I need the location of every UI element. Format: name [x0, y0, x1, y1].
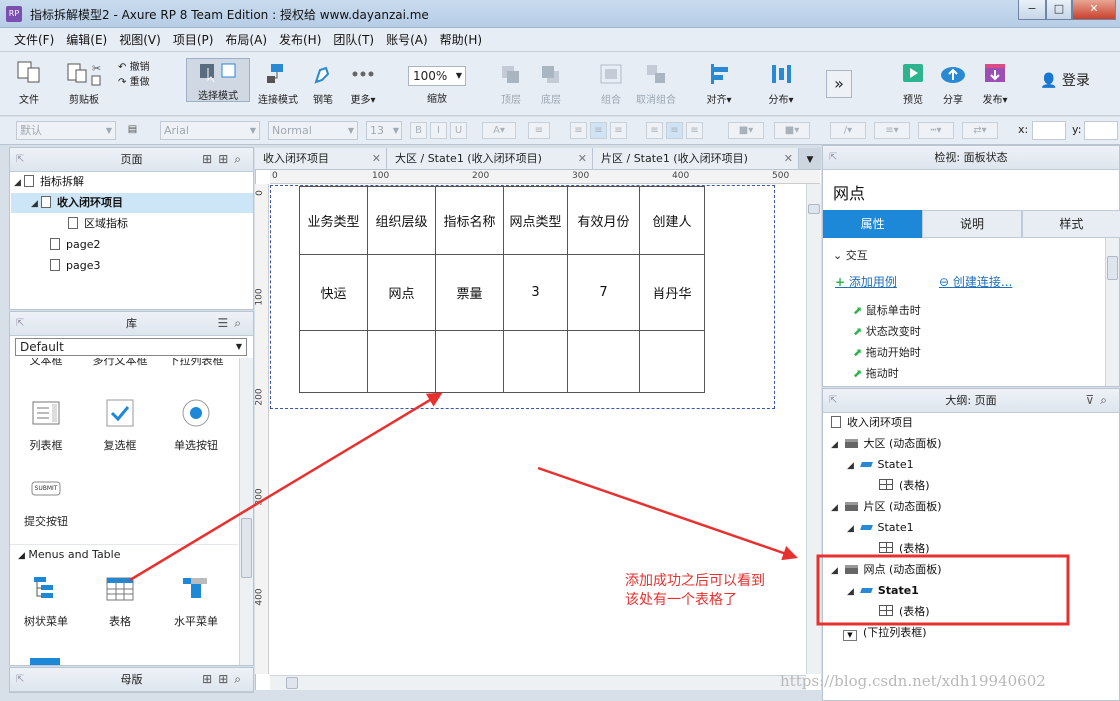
annotation-arrow-to-table: [129, 392, 443, 582]
annotation-text: 添加成功之后可以看到 该处有一个表格了: [625, 573, 765, 608]
annotation-arrow-to-outline: [537, 466, 798, 561]
annotation-overlay: [129, 392, 1070, 626]
annotation-highlight-box: [816, 554, 1070, 626]
watermark: https://blog.csdn.net/xdh19940602: [780, 672, 1046, 690]
